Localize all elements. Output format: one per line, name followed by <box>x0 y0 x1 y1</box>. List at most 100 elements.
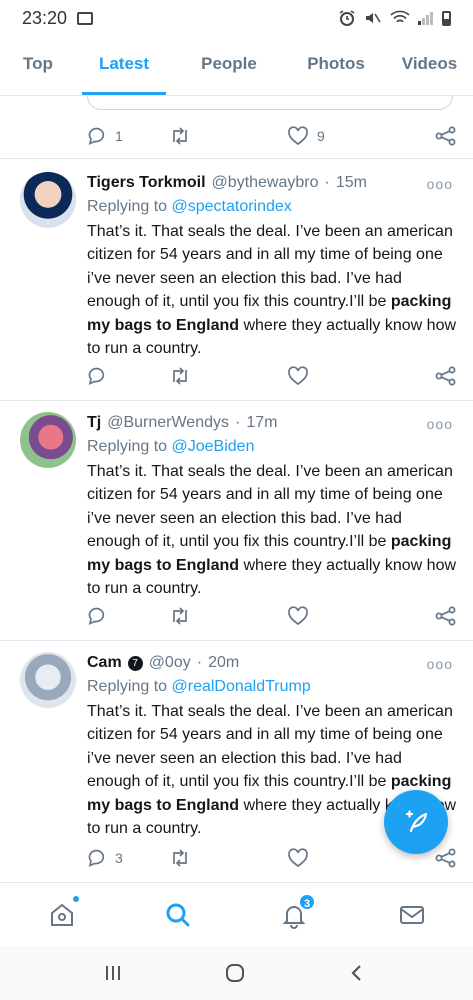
retweet-button[interactable] <box>169 848 287 868</box>
replying-prefix: Replying to <box>87 678 168 695</box>
tweet-feed[interactable]: 1 9 Tigers Torkmoil @bythewaybro · 15m o… <box>0 96 473 882</box>
tweet-header: Cam 7 @0oy · 20m <box>87 652 427 674</box>
tab-videos[interactable]: Videos <box>386 36 473 95</box>
back-button[interactable] <box>342 960 372 986</box>
mute-icon <box>366 13 381 23</box>
replying-to: Replying to @JoeBiden <box>87 436 254 458</box>
reply-button[interactable] <box>87 606 169 626</box>
mention-link[interactable]: @JoeBiden <box>172 438 255 455</box>
share-icon <box>435 366 456 386</box>
like-button[interactable]: 9 <box>287 126 403 146</box>
replying-to: Replying to @spectatorindex <box>87 196 292 218</box>
separator-dot: · <box>235 414 241 431</box>
home-circle-icon <box>226 964 244 982</box>
avatar[interactable] <box>20 652 76 708</box>
replying-prefix: Replying to <box>87 438 168 455</box>
system-navigation-bar <box>0 946 473 1000</box>
home-icon <box>51 903 73 926</box>
share-button[interactable] <box>435 366 457 386</box>
tweet-card[interactable]: Tigers Torkmoil @bythewaybro · 15m ooo R… <box>0 172 473 396</box>
username[interactable]: @bythewaybro <box>212 172 319 194</box>
display-name[interactable]: Tj <box>87 412 101 434</box>
status-bar: 23:20 <box>0 0 473 36</box>
heart-icon <box>288 848 308 868</box>
share-button[interactable] <box>435 606 457 626</box>
messages-tab[interactable] <box>392 897 432 933</box>
tweet-header: Tj @BurnerWendys · 17m <box>87 412 427 434</box>
display-name[interactable]: Tigers Torkmoil <box>87 172 206 194</box>
reply-icon <box>88 367 105 385</box>
like-count: 9 <box>317 128 325 144</box>
heart-icon <box>288 126 308 146</box>
bottom-navigation: 3 <box>0 882 473 946</box>
username[interactable]: @0oy <box>149 652 191 674</box>
search-tab[interactable] <box>158 897 198 933</box>
signal-icon <box>418 12 433 25</box>
mail-icon <box>400 906 424 924</box>
tweet-actions: 1 9 <box>87 124 457 148</box>
reply-icon <box>88 607 105 625</box>
status-time: 23:20 <box>22 7 68 28</box>
divider <box>0 400 473 401</box>
timestamp: 15m <box>335 174 367 191</box>
username[interactable]: @BurnerWendys <box>107 412 229 434</box>
compose-feather-icon <box>405 810 428 833</box>
reply-count: 3 <box>115 850 123 866</box>
like-button[interactable] <box>287 366 403 386</box>
reply-button[interactable]: 3 <box>87 848 169 868</box>
timestamp: 17m <box>246 414 278 431</box>
search-icon <box>166 903 190 927</box>
mention-link[interactable]: @realDonaldTrump <box>172 678 311 695</box>
retweet-icon <box>173 849 187 867</box>
retweet-icon <box>173 607 187 625</box>
avatar[interactable] <box>20 172 76 228</box>
divider <box>0 158 473 159</box>
like-button[interactable] <box>287 606 403 626</box>
tab-top[interactable]: Top <box>0 36 76 95</box>
retweet-button[interactable] <box>169 366 287 386</box>
more-options-icon[interactable]: ooo <box>427 416 453 432</box>
alarm-icon <box>339 10 355 26</box>
home-button[interactable] <box>220 960 250 986</box>
gallery-notification-icon <box>77 11 94 25</box>
status-indicators <box>338 10 451 26</box>
avatar[interactable] <box>20 412 76 468</box>
tab-photos[interactable]: Photos <box>286 36 386 95</box>
tweet-text: That’s it. That seals the deal. I’ve bee… <box>87 220 457 360</box>
replying-to: Replying to @realDonaldTrump <box>87 676 311 698</box>
heart-icon <box>288 606 308 626</box>
compose-tweet-button[interactable] <box>384 790 448 854</box>
share-icon <box>435 606 456 626</box>
retweet-button[interactable] <box>169 606 287 626</box>
share-button[interactable] <box>435 126 457 146</box>
display-name[interactable]: Cam <box>87 652 122 674</box>
more-options-icon[interactable]: ooo <box>427 176 453 192</box>
more-options-icon[interactable]: ooo <box>427 656 453 672</box>
tweet-header: Tigers Torkmoil @bythewaybro · 15m <box>87 172 427 194</box>
reply-count: 1 <box>115 128 123 144</box>
retweet-button[interactable] <box>169 126 287 146</box>
reply-button[interactable] <box>87 366 169 386</box>
timestamp: 20m <box>208 654 240 671</box>
like-button[interactable] <box>287 848 403 868</box>
share-button[interactable] <box>435 848 457 868</box>
heart-icon <box>288 366 308 386</box>
tab-latest[interactable]: Latest <box>76 36 172 95</box>
separator-dot: · <box>324 174 330 191</box>
quoted-tweet-card[interactable] <box>87 96 453 110</box>
tweet-actions <box>87 604 457 628</box>
reply-icon <box>88 849 105 867</box>
share-icon <box>435 848 456 868</box>
divider <box>0 640 473 641</box>
mention-link[interactable]: @spectatorindex <box>172 198 292 215</box>
tab-people[interactable]: People <box>172 36 286 95</box>
tweet-card[interactable]: Tj @BurnerWendys · 17m ooo Replying to @… <box>0 412 473 636</box>
back-icon <box>351 965 361 981</box>
recent-apps-button[interactable] <box>98 960 128 986</box>
share-icon <box>435 126 456 146</box>
reply-icon <box>88 127 105 145</box>
home-tab[interactable] <box>42 895 82 933</box>
notifications-tab[interactable]: 3 <box>274 893 316 933</box>
reply-button[interactable]: 1 <box>87 126 169 146</box>
notification-count-badge: 3 <box>298 893 316 911</box>
